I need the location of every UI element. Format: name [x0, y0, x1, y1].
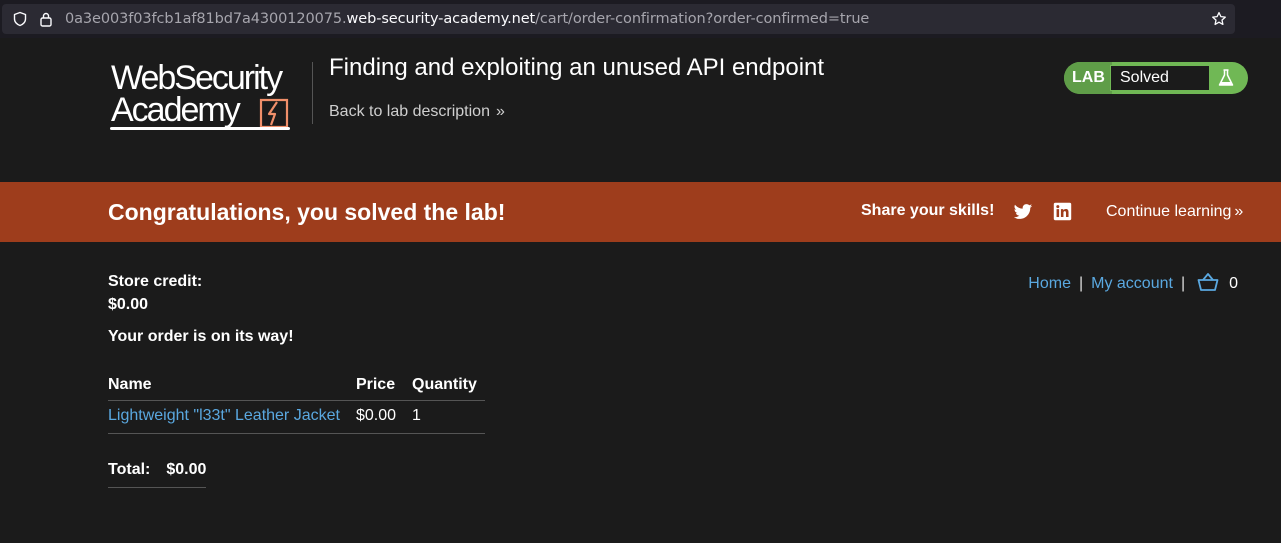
table-header-row: Name Price Quantity — [108, 370, 485, 401]
nav-separator: | — [1078, 275, 1084, 292]
logo-line2: Academy — [111, 91, 241, 129]
column-header-name: Name — [108, 370, 356, 401]
lab-status-text: Solved — [1110, 65, 1210, 91]
chevron-right-icon: » — [495, 103, 505, 120]
chevron-right-icon: » — [1234, 203, 1244, 220]
continue-learning-label: Continue learning — [1106, 203, 1232, 220]
nav-separator: | — [1180, 275, 1186, 292]
linkedin-icon[interactable] — [1053, 202, 1072, 221]
column-header-price: Price — [355, 370, 412, 401]
url-path: /cart/order-confirmation?order-confirmed… — [535, 11, 870, 27]
lightning-bolt-icon — [259, 98, 289, 129]
my-account-link[interactable]: My account — [1091, 275, 1173, 292]
total-label: Total: — [108, 455, 167, 488]
cart-icon[interactable] — [1197, 272, 1219, 292]
home-link[interactable]: Home — [1028, 275, 1071, 292]
shield-icon[interactable] — [12, 11, 28, 27]
twitter-icon[interactable] — [1013, 202, 1033, 222]
back-to-lab-description-link[interactable]: Back to lab description » — [329, 103, 505, 121]
lab-status-widget: LAB Solved — [1064, 62, 1248, 94]
total-row: Total: $0.00 — [108, 455, 207, 488]
column-header-quantity: Quantity — [412, 370, 485, 401]
back-link-label: Back to lab description — [329, 103, 490, 120]
cart-count: 0 — [1229, 275, 1238, 292]
continue-learning-link[interactable]: Continue learning» — [1106, 203, 1243, 221]
browser-toolbar: 0a3e003f03fcb1af81bd7a4300120075.web-sec… — [0, 0, 1281, 38]
product-link[interactable]: Lightweight "l33t" Leather Jacket — [108, 407, 340, 424]
item-quantity-cell: 1 — [412, 400, 485, 434]
order-confirmation-message: Your order is on its way! — [108, 328, 294, 345]
url-prefix: 0a3e003f03fcb1af81bd7a4300120075. — [65, 11, 347, 27]
lab-badge: LAB — [1072, 69, 1105, 86]
store-credit-value: $0.00 — [108, 296, 149, 313]
header-divider — [312, 62, 313, 124]
store-credit-label: Store credit: — [108, 273, 203, 290]
congratulations-banner: Congratulations, you solved the lab! Sha… — [0, 182, 1281, 242]
web-security-academy-logo[interactable]: WebSecurity Academy — [108, 60, 308, 132]
item-name-cell: Lightweight "l33t" Leather Jacket — [108, 400, 356, 434]
flask-icon — [1218, 69, 1234, 86]
lab-header: WebSecurity Academy Finding and exploiti… — [0, 38, 1281, 182]
lock-icon[interactable] — [39, 11, 53, 27]
share-skills-label: Share your skills! — [861, 202, 995, 219]
order-total-table: Total: $0.00 — [108, 455, 207, 488]
star-icon[interactable] — [1211, 11, 1227, 27]
total-value: $0.00 — [166, 455, 207, 488]
item-price-cell: $0.00 — [355, 400, 412, 434]
table-row: Lightweight "l33t" Leather Jacket $0.00 … — [108, 400, 485, 434]
congratulations-title: Congratulations, you solved the lab! — [108, 199, 506, 225]
logo-underline — [110, 127, 290, 130]
main-content: Store credit: $0.00 Your order is on its… — [0, 242, 1281, 543]
lab-title: Finding and exploiting an unused API end… — [329, 54, 825, 81]
url-host: web-security-academy.net — [346, 11, 536, 27]
url-text[interactable]: 0a3e003f03fcb1af81bd7a4300120075.web-sec… — [65, 11, 869, 27]
order-items-table: Name Price Quantity Lightweight "l33t" L… — [108, 370, 485, 434]
url-bar[interactable]: 0a3e003f03fcb1af81bd7a4300120075.web-sec… — [2, 4, 1235, 34]
top-navigation: Home | My account | 0 — [1028, 272, 1238, 293]
